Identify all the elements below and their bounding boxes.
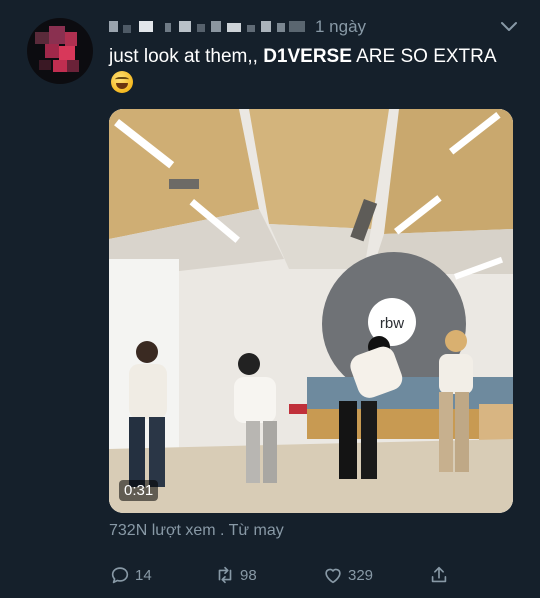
reply-icon [111,567,129,584]
reply-count: 14 [135,566,152,584]
tweet-text-bold: D1VERSE [263,46,352,67]
avatar[interactable] [27,18,93,84]
tweet-text-end: ARE SO EXTRA [351,46,496,67]
like-icon [325,568,341,584]
reply-button[interactable]: 14 [109,562,152,588]
tweet-timestamp[interactable]: 1 ngày [315,17,366,37]
video-duration: 0:31 [119,480,159,501]
tweet-text-start: just look at them,, [109,46,264,67]
tweet: 1 ngày just look at them,, D1VERSE ARE S… [0,0,540,598]
retweet-icon [218,566,232,584]
caret-down-icon[interactable] [499,19,519,35]
like-count: 329 [348,566,374,584]
share-icon [431,566,447,583]
like-button[interactable]: 329 [322,562,373,588]
redacted-username[interactable] [109,21,309,33]
tweet-header: 1 ngày [109,15,519,39]
grinning-squinting-face-icon [111,71,133,93]
retweet-button[interactable]: 98 [214,562,257,588]
tweet-action-bar: 14 98 329 [109,562,519,588]
retweet-count: 98 [240,566,257,584]
rbw-logo-text: rbw [380,315,404,332]
share-button[interactable] [428,562,450,588]
video-frame: rbw [109,109,513,513]
view-count-text[interactable]: 732N lượt xem . Từ may [109,522,284,540]
video-player[interactable]: rbw 0:31 [109,109,513,513]
tweet-text: just look at them,, D1VERSE ARE SO EXTRA [109,43,509,97]
